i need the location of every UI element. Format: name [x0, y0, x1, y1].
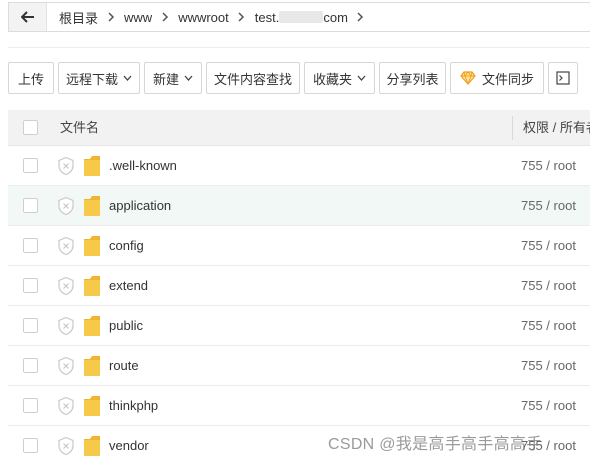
breadcrumb-item-www[interactable]: www — [118, 10, 158, 25]
row-checkbox[interactable] — [23, 238, 38, 253]
favorites-label: 收藏夹 — [313, 71, 353, 87]
shield-x-icon[interactable] — [56, 236, 76, 256]
row-checkbox[interactable] — [23, 398, 38, 413]
shield-x-icon[interactable] — [56, 436, 76, 456]
column-header-perm[interactable]: 权限 / 所有者 — [523, 110, 590, 146]
table-header: 文件名 权限 / 所有者 — [8, 110, 590, 146]
remote-download-label: 远程下载 — [66, 71, 119, 87]
table-row[interactable]: .well-known 755 / root — [8, 146, 590, 186]
terminal-icon — [556, 71, 570, 85]
new-button[interactable]: 新建 — [144, 62, 202, 94]
row-checkbox[interactable] — [23, 358, 38, 373]
breadcrumb-item-root[interactable]: 根目录 — [53, 8, 104, 27]
terminal-button[interactable] — [548, 62, 578, 94]
table-row[interactable]: config 755 / root — [8, 226, 590, 266]
share-list-label: 分享列表 — [386, 71, 439, 87]
file-list: .well-known 755 / root application 755 /… — [8, 146, 590, 463]
folder-icon — [84, 156, 100, 176]
file-sync-label: 文件同步 — [482, 71, 535, 87]
chevron-right-icon — [354, 2, 368, 32]
file-name[interactable]: thinkphp — [109, 386, 158, 426]
column-header-name[interactable]: 文件名 — [60, 110, 99, 146]
file-name[interactable]: vendor — [109, 426, 149, 463]
file-sync-button[interactable]: 文件同步 — [450, 62, 544, 94]
shield-x-icon[interactable] — [56, 316, 76, 336]
file-permission[interactable]: 755 / root — [521, 226, 576, 266]
file-permission[interactable]: 755 / root — [521, 346, 576, 386]
shield-x-icon[interactable] — [56, 196, 76, 216]
table-row[interactable]: extend 755 / root — [8, 266, 590, 306]
chevron-right-icon — [104, 2, 118, 32]
row-checkbox[interactable] — [23, 158, 38, 173]
shield-x-icon[interactable] — [56, 396, 76, 416]
shield-x-icon[interactable] — [56, 356, 76, 376]
file-permission[interactable]: 755 / root — [521, 186, 576, 226]
file-name[interactable]: application — [109, 186, 171, 226]
arrow-left-icon — [20, 11, 34, 23]
breadcrumb-item-site[interactable]: test. com — [249, 10, 354, 25]
new-label: 新建 — [153, 71, 180, 87]
upload-button[interactable]: 上传 — [8, 62, 54, 94]
breadcrumb-item-wwwroot[interactable]: wwwroot — [172, 10, 235, 25]
back-button[interactable] — [9, 3, 47, 31]
folder-icon — [84, 356, 100, 376]
upload-label: 上传 — [18, 71, 45, 87]
watermark: CSDN @我是高手高手高高手 — [328, 436, 543, 453]
folder-icon — [84, 396, 100, 416]
chevron-right-icon — [235, 2, 249, 32]
select-all-checkbox[interactable] — [23, 120, 38, 135]
toolbar: 上传 远程下载 新建 文件内容查找 收藏夹 分享列表 文件同步 — [8, 62, 582, 94]
folder-icon — [84, 236, 100, 256]
table-row[interactable]: application 755 / root — [8, 186, 590, 226]
breadcrumb-site-suffix: com — [323, 9, 348, 25]
search-content-button[interactable]: 文件内容查找 — [206, 62, 300, 94]
file-permission[interactable]: 755 / root — [521, 306, 576, 346]
folder-icon — [84, 196, 100, 216]
column-divider[interactable] — [512, 116, 513, 140]
redaction-blur — [279, 10, 324, 23]
file-name[interactable]: public — [109, 306, 143, 346]
row-checkbox[interactable] — [23, 198, 38, 213]
breadcrumb-site-prefix: test. — [254, 9, 280, 25]
row-checkbox[interactable] — [23, 438, 38, 453]
divider — [8, 47, 590, 48]
file-permission[interactable]: 755 / root — [521, 266, 576, 306]
search-content-label: 文件内容查找 — [214, 71, 293, 87]
favorites-button[interactable]: 收藏夹 — [304, 62, 375, 94]
table-row[interactable]: route 755 / root — [8, 346, 590, 386]
table-row[interactable]: public 755 / root — [8, 306, 590, 346]
chevron-down-icon — [123, 75, 132, 81]
breadcrumb: 根目录 www wwwroot test. com — [8, 2, 590, 32]
folder-icon — [84, 436, 100, 456]
file-name[interactable]: .well-known — [109, 146, 177, 186]
chevron-down-icon — [184, 75, 193, 81]
file-name[interactable]: config — [109, 226, 144, 266]
row-checkbox[interactable] — [23, 278, 38, 293]
file-name[interactable]: extend — [109, 266, 148, 306]
table-row[interactable]: thinkphp 755 / root — [8, 386, 590, 426]
folder-icon — [84, 276, 100, 296]
file-name[interactable]: route — [109, 346, 139, 386]
shield-x-icon[interactable] — [56, 156, 76, 176]
shield-x-icon[interactable] — [56, 276, 76, 296]
file-permission[interactable]: 755 / root — [521, 146, 576, 186]
file-permission[interactable]: 755 / root — [521, 386, 576, 426]
chevron-down-icon — [357, 75, 366, 81]
remote-download-button[interactable]: 远程下载 — [58, 62, 140, 94]
diamond-icon — [460, 71, 476, 85]
share-list-button[interactable]: 分享列表 — [379, 62, 446, 94]
folder-icon — [84, 316, 100, 336]
row-checkbox[interactable] — [23, 318, 38, 333]
chevron-right-icon — [158, 2, 172, 32]
